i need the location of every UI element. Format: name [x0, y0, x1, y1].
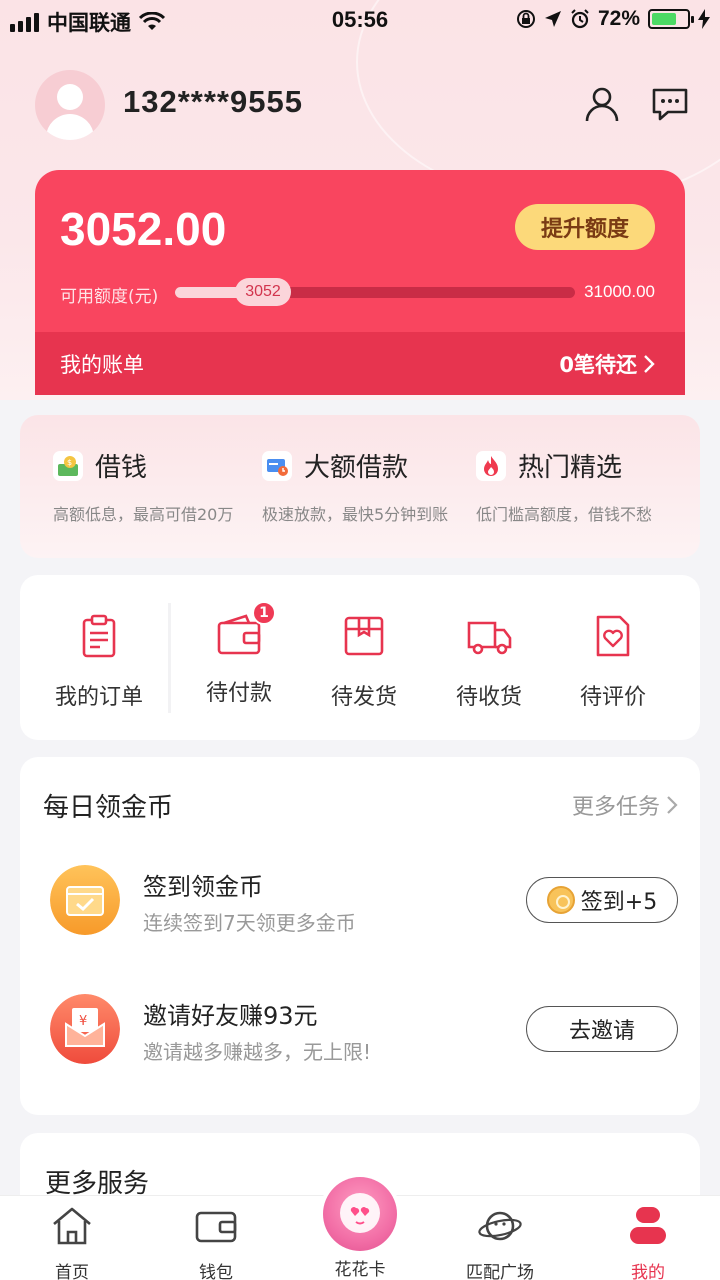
daily-coins-panel: 每日领金币 更多任务 签到领金币 连续签到7天领更多金币 签到+5 ¥ 邀请好友…: [20, 757, 700, 1115]
avatar[interactable]: [35, 70, 105, 140]
user-phone: 132****9555: [123, 84, 303, 119]
flower-card-icon[interactable]: [323, 1177, 397, 1251]
available-credit: 3052.00: [60, 203, 227, 255]
charging-icon: [698, 9, 710, 29]
home-icon: [53, 1207, 91, 1245]
section-title: 每日领金币: [43, 793, 174, 823]
location-icon: [544, 11, 561, 27]
fire-icon: [476, 450, 506, 481]
checkin-button-label: 签到+5: [580, 890, 658, 915]
tab-mine[interactable]: 我的: [578, 1196, 718, 1280]
orders-divider: [168, 603, 171, 713]
more-tasks-label: 更多任务: [571, 795, 660, 820]
loan-item-borrow[interactable]: $ 借钱 高额低息，最高可借20万: [53, 447, 233, 524]
order-label: 待发货: [330, 685, 397, 710]
task-invite: ¥ 邀请好友赚93元 邀请越多赚越多，无上限! 去邀请: [50, 994, 680, 1074]
tab-label: 首页: [55, 1263, 89, 1280]
loan-subtitle: 极速放款，最快5分钟到账: [262, 505, 449, 524]
notification-badge: 1: [252, 601, 276, 625]
order-label: 我的订单: [54, 685, 143, 710]
loan-item-hot[interactable]: 热门精选 低门槛高额度，借钱不愁: [476, 447, 652, 524]
svg-text:$: $: [67, 458, 72, 467]
tab-home[interactable]: 首页: [2, 1196, 142, 1280]
credit-card: 3052.00 提升额度 可用额度(元) 3052 31000.00 我的账单 …: [35, 170, 685, 395]
tab-label: 花花卡: [334, 1260, 386, 1280]
limit-label: 可用额度(元): [60, 287, 159, 307]
order-label: 待付款: [205, 681, 272, 706]
wallet-icon: [195, 1211, 237, 1243]
loan-title: 大额借款: [304, 453, 409, 483]
battery-percent: 72%: [597, 7, 640, 30]
loan-title: 热门精选: [518, 453, 623, 483]
red-envelope-icon: ¥: [50, 994, 120, 1064]
task-title: 邀请好友赚93元: [143, 1002, 318, 1030]
order-all[interactable]: 我的订单: [39, 613, 159, 711]
credit-progress-thumb: 3052: [235, 278, 291, 306]
bill-label: 我的账单: [60, 352, 144, 377]
task-checkin: 签到领金币 连续签到7天领更多金币 签到+5: [50, 865, 680, 945]
more-tasks-link[interactable]: 更多任务: [572, 789, 678, 821]
battery-icon: [648, 9, 694, 29]
order-pending-receipt[interactable]: 待收货: [429, 613, 549, 711]
card-clock-icon: [262, 450, 292, 481]
loan-panel: $ 借钱 高额低息，最高可借20万 大额借款 极速放款，最快5分钟到账 热门精选…: [20, 415, 700, 558]
coin-icon: [546, 886, 575, 914]
money-bag-icon: $: [53, 450, 83, 481]
svg-text:¥: ¥: [79, 1014, 87, 1029]
chevron-right-icon: [644, 354, 655, 373]
task-subtitle: 连续签到7天领更多金币: [143, 911, 356, 935]
task-title: 签到领金币: [143, 873, 263, 901]
heart-note-icon: [596, 615, 630, 657]
order-pending-review[interactable]: 待评价: [553, 613, 673, 711]
tab-label: 钱包: [199, 1263, 233, 1280]
status-bar: 中国联通 05:56 72%: [0, 0, 720, 40]
chevron-right-icon: [667, 796, 678, 814]
checkin-button[interactable]: 签到+5: [526, 877, 678, 923]
order-pending-payment[interactable]: 1 待付款: [179, 601, 299, 707]
loan-title: 借钱: [95, 453, 148, 483]
loan-item-large[interactable]: 大额借款 极速放款，最快5分钟到账: [262, 447, 448, 524]
profile-icon[interactable]: [582, 84, 622, 124]
rotation-lock-icon: [516, 10, 535, 28]
order-label: 待评价: [579, 685, 646, 710]
credit-progress: 3052: [175, 278, 575, 306]
limit-max: 31000.00: [584, 282, 655, 301]
message-icon[interactable]: [650, 84, 690, 124]
tab-label: 匹配广场: [466, 1263, 534, 1280]
tab-label: 我的: [631, 1263, 665, 1280]
user-icon: [630, 1207, 666, 1244]
planet-icon: [478, 1211, 522, 1241]
invite-button[interactable]: 去邀请: [526, 1006, 678, 1052]
loan-subtitle: 高额低息，最高可借20万: [53, 505, 234, 524]
clipboard-icon: [82, 614, 116, 658]
orders-panel: 我的订单 1 待付款 待发货 待收货 待评价: [20, 575, 700, 740]
calendar-check-icon: [50, 865, 120, 935]
raise-limit-button[interactable]: 提升额度: [515, 204, 655, 250]
alarm-icon: [571, 9, 589, 29]
truck-icon: [467, 621, 512, 655]
task-subtitle: 邀请越多赚越多，无上限!: [143, 1040, 372, 1064]
bill-row[interactable]: 我的账单 0笔待还: [35, 332, 685, 395]
order-label: 待收货: [455, 685, 522, 710]
bill-status: 0笔待还: [559, 352, 637, 377]
tab-match[interactable]: 匹配广场: [430, 1196, 570, 1280]
order-pending-shipment[interactable]: 待发货: [304, 613, 424, 711]
loan-subtitle: 低门槛高额度，借钱不愁: [476, 505, 653, 524]
package-icon: [344, 616, 384, 656]
tab-wallet[interactable]: 钱包: [146, 1196, 286, 1280]
